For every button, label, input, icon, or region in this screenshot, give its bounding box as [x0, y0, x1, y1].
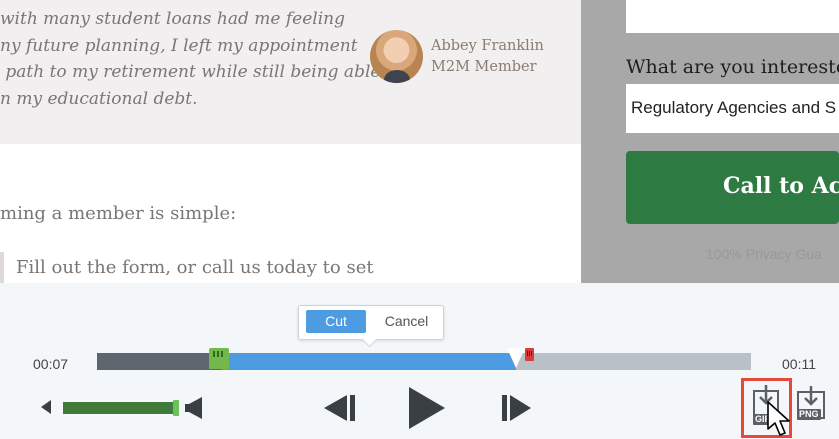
quote-line: ny future planning, I left my appointmen… — [0, 35, 358, 56]
selection-start-handle[interactable] — [209, 348, 230, 369]
webpage-content: with many student loans had me feeling n… — [0, 0, 581, 288]
playhead-handle[interactable] — [506, 348, 525, 368]
interest-select-value: Regulatory Agencies and S — [631, 98, 837, 117]
member-role: M2M Member — [431, 59, 537, 75]
membership-intro: ming a member is simple: — [0, 203, 237, 224]
contact-form-panel: What are you intereste Regulatory Agenci… — [581, 0, 839, 283]
volume-min-icon[interactable] — [41, 400, 51, 414]
interest-select[interactable]: Regulatory Agencies and S — [626, 84, 839, 133]
volume-slider[interactable] — [63, 402, 178, 414]
cancel-button[interactable]: Cancel — [375, 310, 438, 333]
timeline-selection — [221, 353, 516, 370]
next-frame-icon[interactable] — [500, 393, 533, 423]
timeline-track[interactable] — [97, 353, 751, 370]
call-to-action-label: Call to Acti — [723, 173, 839, 199]
volume-max-icon[interactable] — [185, 397, 202, 419]
call-to-action-button[interactable]: Call to Acti — [626, 151, 839, 224]
gif-label: GIF — [753, 414, 772, 425]
volume-knob[interactable] — [173, 400, 179, 416]
step-one-text: Fill out the form, or call us today to s… — [16, 257, 374, 278]
selection-end-marker[interactable] — [525, 348, 535, 361]
quote-line: path to my retirement while still being … — [0, 62, 381, 82]
export-gif-button[interactable]: GIF — [741, 378, 792, 438]
end-time: 00:11 — [782, 356, 816, 372]
start-time: 00:07 — [33, 356, 69, 372]
volume-level — [63, 402, 176, 414]
export-png-button[interactable]: PNG — [795, 386, 827, 426]
testimonial-quote: with many student loans had me feeling n… — [0, 6, 380, 112]
previous-frame-icon[interactable] — [322, 393, 357, 423]
testimonial-box: with many student loans had me feeling n… — [0, 0, 581, 144]
privacy-note: 100% Privacy Gua — [706, 246, 822, 262]
cut-button[interactable]: Cut — [306, 310, 366, 333]
form-input-field[interactable] — [626, 0, 839, 33]
play-icon[interactable] — [407, 385, 447, 431]
member-name: Abbey Franklin — [431, 38, 544, 54]
png-label: PNG — [797, 409, 821, 420]
timeline-played — [97, 353, 222, 370]
interest-label: What are you intereste — [626, 56, 839, 78]
quote-line: n my educational debt. — [0, 88, 198, 109]
member-avatar — [370, 30, 423, 83]
quote-line: with many student loans had me feeling — [0, 9, 345, 29]
